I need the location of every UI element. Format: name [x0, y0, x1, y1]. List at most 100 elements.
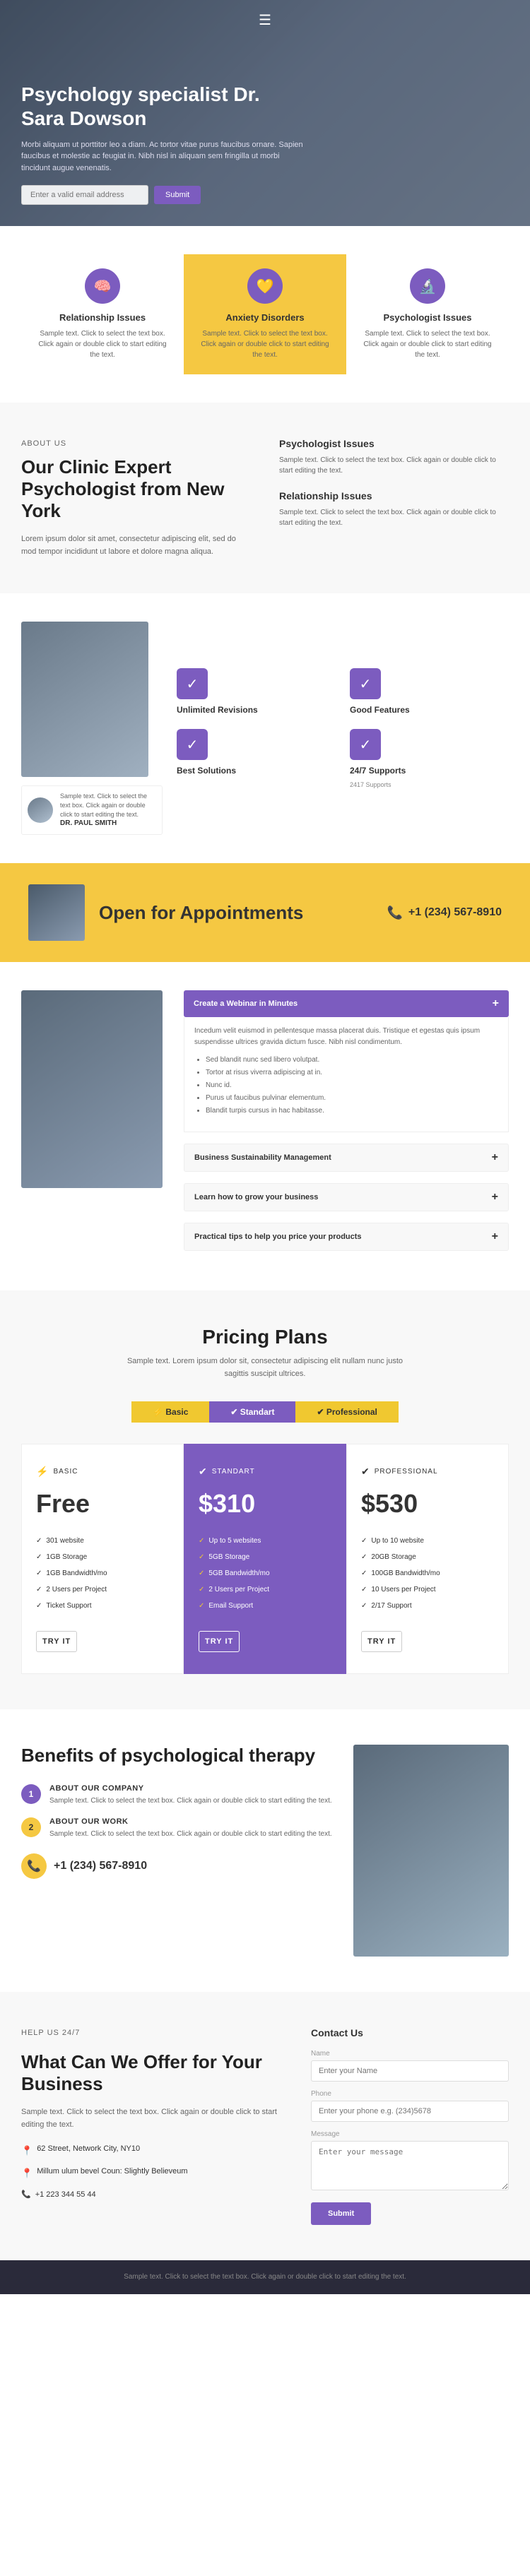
feature-basic-2: 1GB Bandwidth/mo — [36, 1565, 169, 1581]
plan-name-basic: Basic — [53, 1468, 78, 1476]
price-basic: Free — [36, 1489, 169, 1519]
plan-name-standart: Standart — [212, 1468, 255, 1476]
name-label: Name — [311, 2050, 509, 2058]
pricing-subtitle: Sample text. Lorem ipsum dolor sit, cons… — [124, 1355, 406, 1380]
hamburger-menu[interactable]: ☰ — [259, 11, 271, 29]
phone-label: Phone — [311, 2090, 509, 2098]
benefits-phone-number: +1 (234) 567-8910 — [54, 1860, 147, 1872]
footer-title: What Can We Offer for Your Business — [21, 2051, 283, 2095]
webinar-header-1[interactable]: Business Sustainability Management + — [184, 1144, 509, 1172]
benefit-content-0: ABOUT OUR COMPANY Sample text. Click to … — [49, 1784, 332, 1806]
phone-icon: 📞 — [387, 906, 402, 920]
features-section: Sample text. Click to select the text bo… — [0, 593, 530, 863]
footer-phones: 📞 +1 223 344 55 44 — [21, 2190, 283, 2202]
pricing-card-basic: ⚡ Basic Free 301 website 1GB Storage 1GB… — [21, 1444, 184, 1674]
try-basic-button[interactable]: TRY IT — [36, 1631, 77, 1652]
features-left: Sample text. Click to select the text bo… — [21, 622, 163, 835]
check-supports-icon: ✓ — [350, 729, 381, 760]
try-standart-button[interactable]: TRY IT — [199, 1631, 240, 1652]
benefits-phone[interactable]: 📞 +1 (234) 567-8910 — [21, 1853, 332, 1879]
hero-submit-button[interactable]: Submit — [154, 186, 201, 204]
benefits-image — [353, 1745, 509, 1957]
feature-pro-0: Up to 10 website — [361, 1533, 494, 1549]
feature-pro-2: 100GB Bandwidth/mo — [361, 1565, 494, 1581]
pricing-card-professional: ✔ Professional $530 Up to 10 website 20G… — [346, 1444, 509, 1674]
anxiety-icon: 💛 — [247, 268, 283, 304]
phone-field[interactable] — [311, 2101, 509, 2122]
footer-bottom: Sample text. Click to select the text bo… — [0, 2260, 530, 2294]
feature-pro-4: 2/17 Support — [361, 1598, 494, 1614]
benefit-text-0: Sample text. Click to select the text bo… — [49, 1796, 332, 1806]
webinar-header-3[interactable]: Practical tips to help you price your pr… — [184, 1223, 509, 1251]
message-label: Message — [311, 2130, 509, 2138]
plan-icon-professional: ✔ — [361, 1466, 370, 1478]
tab-standart[interactable]: ✔ Standart — [209, 1401, 295, 1423]
benefit-num-0: 1 — [21, 1784, 41, 1804]
webinar-title-3: Practical tips to help you price your pr… — [194, 1233, 362, 1241]
features-list-basic: 301 website 1GB Storage 1GB Bandwidth/mo… — [36, 1533, 169, 1614]
webinar-item-1: Business Sustainability Management + — [184, 1144, 509, 1172]
webinar-image — [21, 990, 163, 1188]
footer-top: Help Us 24/7 What Can We Offer for Your … — [0, 1992, 530, 2260]
expand-icon-2: + — [492, 1191, 498, 1204]
hero-section: ☰ Psychology specialist Dr. Sara Dowson … — [0, 0, 530, 226]
tab-professional[interactable]: ✔ Professional — [295, 1401, 398, 1423]
expand-icon-3: + — [492, 1230, 498, 1243]
profile-name: DR. PAUL SMITH — [60, 819, 156, 829]
hero-form: Submit — [21, 185, 304, 205]
webinar-header-0[interactable]: Create a Webinar in Minutes + — [184, 990, 509, 1017]
footer-help-label: Help Us 24/7 — [21, 2027, 283, 2040]
plan-label-professional: ✔ Professional — [361, 1466, 494, 1478]
pricing-tabs: ⚡ Basic ✔ Standart ✔ Professional — [21, 1401, 509, 1423]
plan-label-basic: ⚡ Basic — [36, 1466, 169, 1478]
pricing-title: Pricing Plans — [21, 1326, 509, 1348]
feature-solutions: ✓ Best Solutions — [177, 729, 336, 788]
contact-submit-button[interactable]: Submit — [311, 2202, 371, 2225]
pricing-cards: ⚡ Basic Free 301 website 1GB Storage 1GB… — [21, 1444, 509, 1674]
webinar-title-0: Create a Webinar in Minutes — [194, 999, 298, 1008]
footer-bottom-text: Sample text. Click to select the text bo… — [21, 2272, 509, 2283]
tab-basic[interactable]: ⚡ Basic — [131, 1401, 209, 1423]
feature-standart-4: Email Support — [199, 1598, 331, 1614]
plan-label-standart: ✔ Standart — [199, 1466, 331, 1478]
footer-address2-text: Millum ulum bevel Coun: Slightly Believe… — [37, 2165, 187, 2179]
webinar-header-2[interactable]: Learn how to grow your business + — [184, 1183, 509, 1211]
profile-info: Sample text. Click to select the text bo… — [60, 792, 156, 829]
card-text-relationship: Sample text. Click to select the text bo… — [35, 328, 170, 360]
webinar-section: Create a Webinar in Minutes + Incedum ve… — [0, 962, 530, 1290]
card-relationship: 🧠 Relationship Issues Sample text. Click… — [21, 254, 184, 374]
address-icon: 📍 — [21, 2142, 33, 2159]
webinar-accordion: Create a Webinar in Minutes + Incedum ve… — [184, 990, 509, 1262]
benefits-right — [353, 1745, 509, 1957]
webinar-body-0: Incedum velit euismod in pellentesque ma… — [184, 1017, 509, 1132]
footer-phone-icon: 📞 — [21, 2190, 31, 2199]
price-professional: $530 — [361, 1489, 494, 1519]
appointment-text: Open for Appointments — [99, 902, 303, 924]
webinar-image-container — [21, 990, 163, 1262]
benefits-title: Benefits of psychological therapy — [21, 1745, 332, 1767]
webinar-body-text-0: Incedum velit euismod in pellentesque ma… — [194, 1026, 498, 1048]
about-description: Lorem ipsum dolor sit amet, consectetur … — [21, 533, 251, 558]
bullet-0-4: Blandit turpis cursus in hac habitasse. — [206, 1105, 498, 1117]
about-right-title2: Relationship Issues — [279, 490, 509, 501]
footer-address: 📍 62 Street, Network City, NY10 📍 Millum… — [21, 2142, 283, 2184]
name-field[interactable] — [311, 2060, 509, 2082]
card-title-psychologist: Psychologist Issues — [360, 312, 495, 323]
webinar-item-3: Practical tips to help you price your pr… — [184, 1223, 509, 1251]
about-title: Our Clinic Expert Psychologist from New … — [21, 456, 251, 523]
feature-good-label: Good Features — [350, 705, 410, 715]
benefits-left: Benefits of psychological therapy 1 ABOU… — [21, 1745, 332, 1957]
benefit-item-0: 1 ABOUT OUR COMPANY Sample text. Click t… — [21, 1784, 332, 1806]
webinar-title-2: Learn how to grow your business — [194, 1193, 318, 1201]
profile-avatar — [28, 797, 53, 823]
appointment-phone[interactable]: 📞 +1 (234) 567-8910 — [387, 906, 502, 920]
card-anxiety: 💛 Anxiety Disorders Sample text. Click t… — [184, 254, 346, 374]
expand-icon-1: + — [492, 1151, 498, 1164]
message-field[interactable] — [311, 2141, 509, 2190]
try-professional-button[interactable]: TRY IT — [361, 1631, 402, 1652]
appointment-left: Open for Appointments — [28, 884, 303, 941]
email-input[interactable] — [21, 185, 148, 205]
appointment-image — [28, 884, 85, 941]
plan-name-professional: Professional — [375, 1468, 438, 1476]
pricing-section: Pricing Plans Sample text. Lorem ipsum d… — [0, 1290, 530, 1709]
